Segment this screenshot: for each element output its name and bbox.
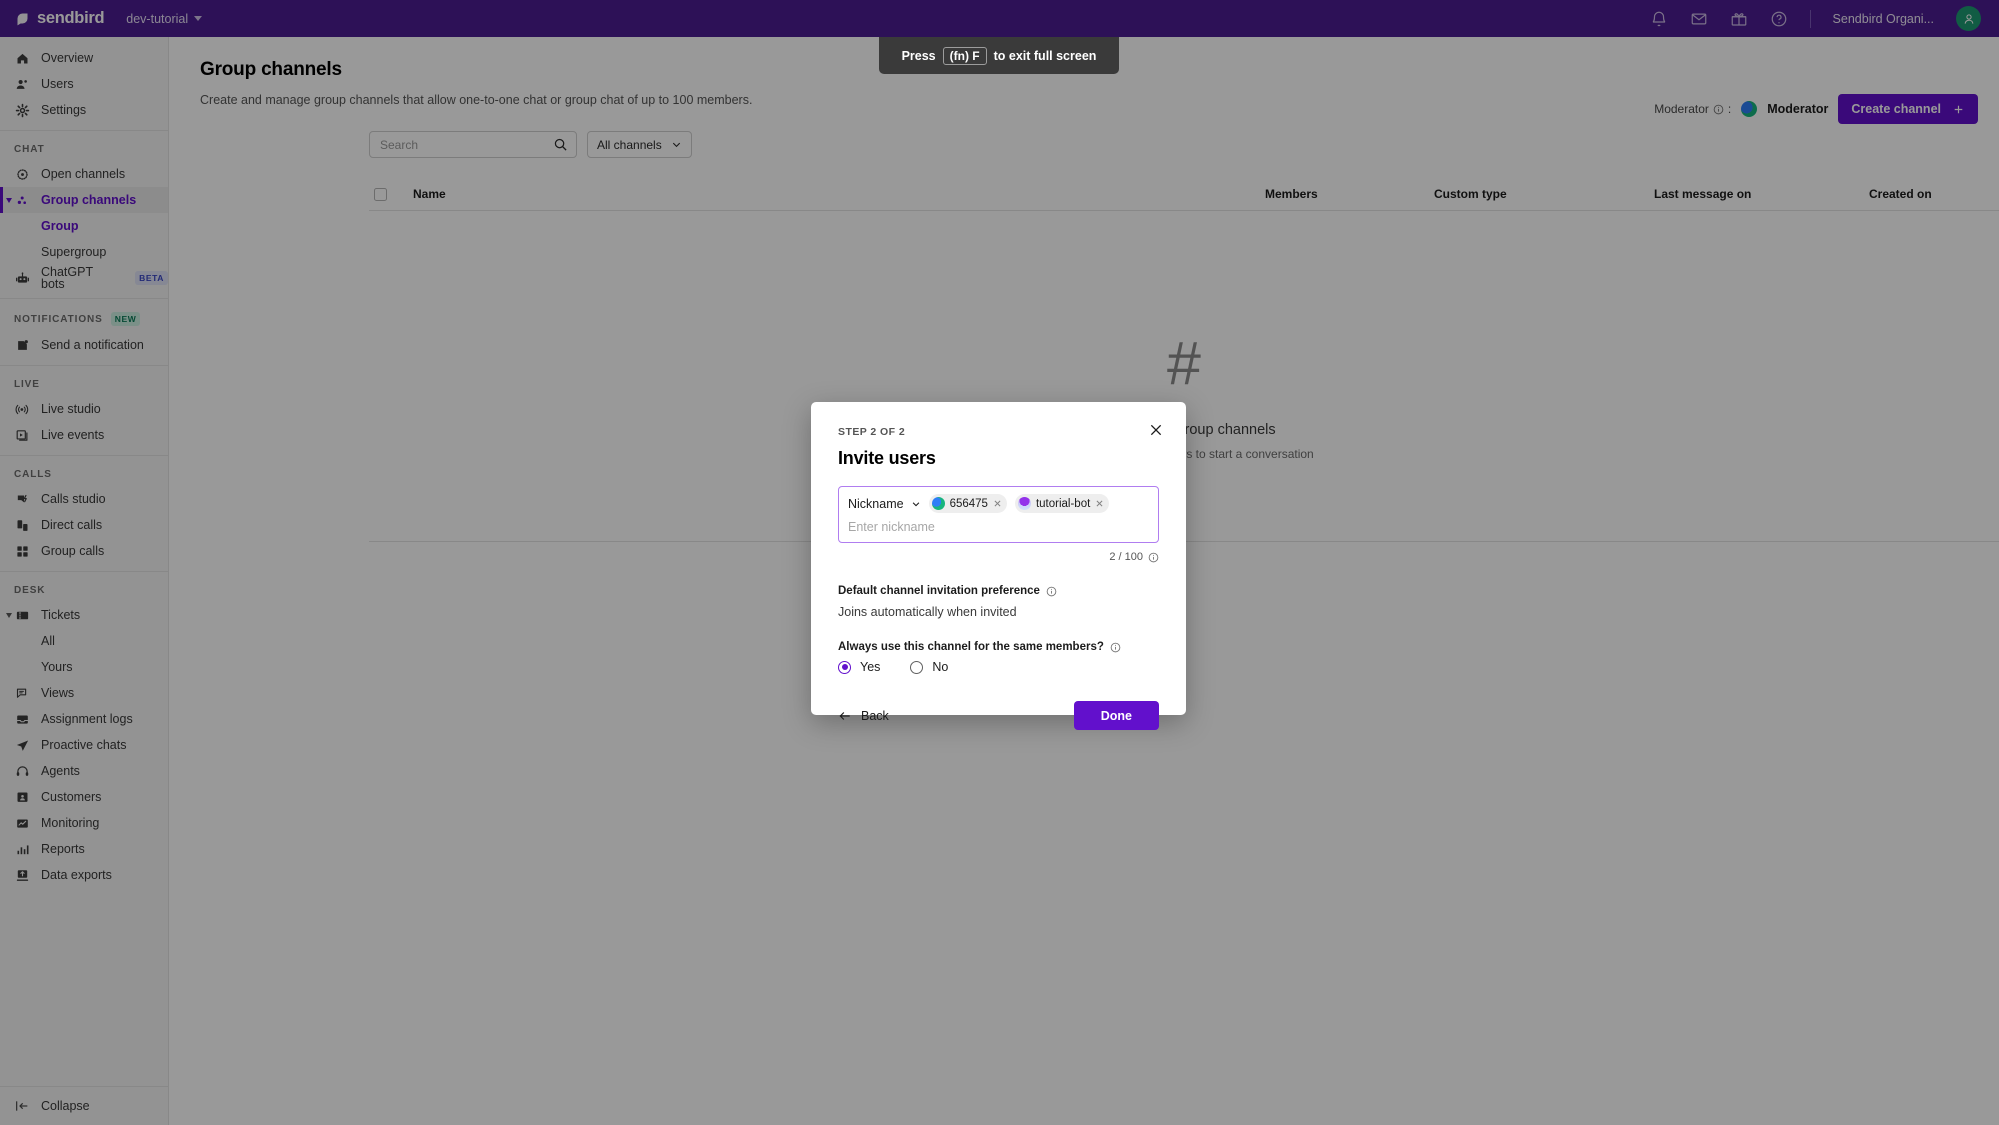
user-picker[interactable]: Nickname 656475 tutorial-bot	[838, 486, 1159, 543]
info-icon[interactable]	[1046, 586, 1057, 597]
app-root: sendbird dev-tutorial Sendbird Organi...	[0, 0, 1999, 1125]
search-type-label: Nickname	[848, 496, 904, 511]
invitation-preference-label-row: Default channel invitation preference	[838, 585, 1159, 597]
radio-indicator	[838, 660, 851, 674]
close-icon[interactable]	[1148, 422, 1164, 438]
fullscreen-hint-prefix: Press	[901, 48, 936, 63]
selection-counter: 2 / 100	[838, 551, 1159, 563]
invitation-preference-block: Default channel invitation preference Jo…	[838, 585, 1159, 619]
radio-indicator	[910, 660, 924, 674]
done-button[interactable]: Done	[1073, 701, 1159, 730]
selection-counter-text: 2 / 100	[1109, 551, 1143, 563]
arrow-left-icon	[839, 711, 850, 720]
radio-label: No	[932, 660, 949, 674]
search-type-dropdown[interactable]: Nickname	[848, 497, 921, 511]
invitation-preference-value: Joins automatically when invited	[838, 605, 1017, 619]
back-button[interactable]: Back	[838, 709, 889, 723]
invitation-preference-label: Default channel invitation preference	[838, 585, 1040, 597]
modal-footer: Back Done	[838, 701, 1159, 730]
selected-user-chips: 656475 tutorial-bot	[928, 494, 1110, 513]
user-chip[interactable]: 656475	[928, 494, 1007, 513]
chip-remove-icon[interactable]	[1095, 499, 1104, 508]
invite-users-modal: STEP 2 OF 2 Invite users Nickname 656475…	[811, 402, 1186, 730]
radio-no[interactable]: No	[910, 660, 948, 674]
modal-step-label: STEP 2 OF 2	[838, 426, 906, 438]
info-icon[interactable]	[1110, 642, 1121, 653]
user-chip[interactable]: tutorial-bot	[1014, 494, 1110, 513]
chip-remove-icon[interactable]	[993, 499, 1002, 508]
nickname-input[interactable]	[848, 520, 1149, 534]
modal-title: Invite users	[838, 448, 936, 468]
always-use-channel-label: Always use this channel for the same mem…	[838, 641, 1104, 653]
always-use-channel-radio-group: Yes No	[838, 660, 1159, 674]
always-use-channel-label-row: Always use this channel for the same mem…	[838, 641, 1159, 653]
info-icon[interactable]	[1148, 552, 1159, 563]
fullscreen-hint-toast: Press (fn) F to exit full screen	[879, 37, 1119, 74]
done-button-label: Done	[1100, 708, 1132, 723]
always-use-channel-block: Always use this channel for the same mem…	[838, 641, 1159, 674]
chevron-down-icon	[912, 501, 919, 506]
user-picker-row: Nickname 656475 tutorial-bot	[848, 494, 1149, 513]
radio-yes[interactable]: Yes	[838, 660, 880, 674]
back-button-label: Back	[861, 708, 889, 723]
fullscreen-hint-suffix: to exit full screen	[993, 48, 1097, 63]
chip-avatar	[931, 497, 945, 510]
chip-label: 656475	[949, 497, 988, 510]
chip-label: tutorial-bot	[1035, 497, 1091, 510]
chip-avatar	[1017, 497, 1031, 510]
radio-label: Yes	[860, 660, 881, 674]
fullscreen-hint-key: (fn) F	[942, 46, 987, 65]
